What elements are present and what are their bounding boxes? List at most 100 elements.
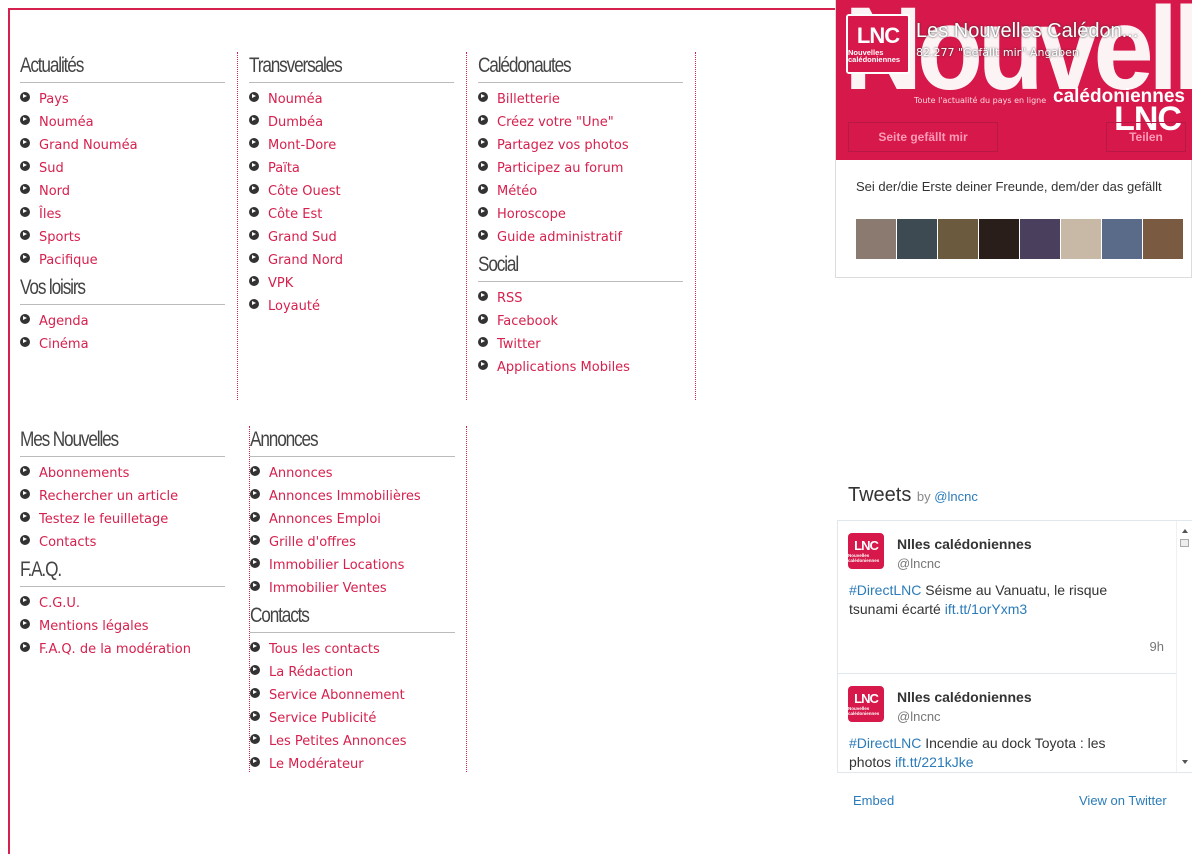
nav-link[interactable]: Twitter [497,337,541,352]
nav-link-item[interactable]: Participez au forum [478,157,695,180]
nav-link-item[interactable]: Nord [20,180,237,203]
nav-link[interactable]: Abonnements [39,466,129,481]
nav-link[interactable]: Îles [39,207,61,222]
nav-link-item[interactable]: Le Modérateur [250,753,466,776]
nav-link[interactable]: Côte Ouest [268,184,341,199]
nav-link-item[interactable]: Grand Nouméa [20,134,237,157]
facebook-share-button[interactable]: Teilen [1106,122,1186,152]
tweet-avatar[interactable]: LNC Nouvelles calédoniennes [848,686,884,722]
tweet-author-name[interactable]: Nlles calédoniennes [897,536,1032,552]
nav-link-item[interactable]: Les Petites Annonces [250,730,466,753]
nav-link[interactable]: Rechercher un article [39,489,178,504]
nav-link-item[interactable]: Nouméa [20,111,237,134]
nav-link-item[interactable]: Annonces Emploi [250,508,466,531]
nav-link-item[interactable]: Côte Ouest [249,180,466,203]
nav-link-item[interactable]: Grand Sud [249,226,466,249]
tweet-item[interactable]: LNC Nouvelles calédoniennes Nlles calédo… [838,674,1176,772]
nav-link[interactable]: Loyauté [268,299,320,314]
nav-link-item[interactable]: Testez le feuilletage [20,508,238,531]
nav-link[interactable]: Testez le feuilletage [39,512,168,527]
nav-link-item[interactable]: Tous les contacts [250,638,466,661]
nav-link[interactable]: Contacts [39,535,96,550]
nav-link-item[interactable]: Côte Est [249,203,466,226]
nav-link[interactable]: VPK [268,276,293,291]
nav-link-item[interactable]: Guide administratif [478,226,695,249]
twitter-timeline[interactable]: LNC Nouvelles calédoniennes Nlles calédo… [837,520,1192,773]
friend-avatar[interactable] [1143,219,1183,259]
tweet-item[interactable]: LNC Nouvelles calédoniennes Nlles calédo… [838,521,1176,674]
nav-link[interactable]: Païta [268,161,300,176]
friend-avatar[interactable] [1020,219,1060,259]
nav-link[interactable]: Côte Est [268,207,322,222]
tweet-avatar[interactable]: LNC Nouvelles calédoniennes [848,533,884,569]
nav-link[interactable]: Mont-Dore [268,138,336,153]
nav-link-item[interactable]: F.A.Q. de la modération [20,638,238,661]
nav-link-item[interactable]: Grand Nord [249,249,466,272]
friend-avatar[interactable] [979,219,1019,259]
nav-link-item[interactable]: Mont-Dore [249,134,466,157]
nav-link[interactable]: Grand Nord [268,253,343,268]
nav-link[interactable]: Partagez vos photos [497,138,629,153]
tweet-author-name[interactable]: Nlles calédoniennes [897,689,1032,705]
nav-link-item[interactable]: Abonnements [20,462,238,485]
nav-link[interactable]: La Rédaction [269,665,353,680]
nav-link-item[interactable]: RSS [478,287,695,310]
twitter-heading-handle-link[interactable]: @lncnc [934,489,978,504]
friend-avatar[interactable] [1102,219,1142,259]
nav-link[interactable]: Grand Nouméa [39,138,138,153]
nav-link[interactable]: Tous les contacts [269,642,380,657]
nav-link-item[interactable]: Billetterie [478,88,695,111]
nav-link[interactable]: Le Modérateur [269,757,364,772]
nav-link[interactable]: Nord [39,184,70,199]
nav-link-item[interactable]: Cinéma [20,333,237,356]
nav-link-item[interactable]: Horoscope [478,203,695,226]
twitter-view-on-twitter-link[interactable]: View on Twitter [1079,793,1167,808]
nav-link-item[interactable]: Sports [20,226,237,249]
friend-avatar[interactable] [897,219,937,259]
nav-link[interactable]: Mentions légales [39,619,148,634]
tweet-timestamp[interactable]: 9h [1150,639,1164,654]
nav-link[interactable]: C.G.U. [39,596,80,611]
nav-link-item[interactable]: Païta [249,157,466,180]
nav-link-item[interactable]: Dumbéa [249,111,466,134]
scroll-up-arrow-icon[interactable] [1182,529,1188,533]
nav-link-item[interactable]: Immobilier Ventes [250,577,466,600]
nav-link[interactable]: Sud [39,161,64,176]
nav-link-item[interactable]: Nouméa [249,88,466,111]
nav-link-item[interactable]: C.G.U. [20,592,238,615]
nav-link[interactable]: Service Abonnement [269,688,405,703]
nav-link[interactable]: Annonces Immobilières [269,489,421,504]
tweet-hashtag-link[interactable]: #DirectLNC [849,735,921,751]
nav-link[interactable]: Créez votre "Une" [497,115,614,130]
nav-link[interactable]: Grand Sud [268,230,337,245]
tweet-hashtag-link[interactable]: #DirectLNC [849,582,921,598]
nav-link[interactable]: Immobilier Locations [269,558,404,573]
nav-link[interactable]: Dumbéa [268,115,323,130]
tweet-url-link[interactable]: ift.tt/1orYxm3 [945,601,1027,617]
nav-link[interactable]: Météo [497,184,537,199]
nav-link-item[interactable]: Service Publicité [250,707,466,730]
nav-link[interactable]: Nouméa [39,115,94,130]
friend-avatar[interactable] [856,219,896,259]
nav-link-item[interactable]: Applications Mobiles [478,356,695,379]
nav-link[interactable]: Horoscope [497,207,566,222]
nav-link-item[interactable]: Îles [20,203,237,226]
nav-link-item[interactable]: Météo [478,180,695,203]
nav-link[interactable]: Pacifique [39,253,98,268]
nav-link[interactable]: Annonces Emploi [269,512,381,527]
nav-link[interactable]: Facebook [497,314,558,329]
nav-link[interactable]: Nouméa [268,92,323,107]
nav-link[interactable]: Agenda [39,314,89,329]
nav-link-item[interactable]: Mentions légales [20,615,238,638]
twitter-embed-link[interactable]: Embed [853,793,894,808]
nav-link-item[interactable]: Contacts [20,531,238,554]
nav-link[interactable]: Applications Mobiles [497,360,630,375]
facebook-page-logo[interactable]: LNC Nouvelles calédoniennes [846,14,910,74]
facebook-cover-image[interactable]: Nouvelles Toute l'actualité du pays en l… [836,0,1192,160]
nav-link-item[interactable]: Annonces [250,462,466,485]
nav-link-item[interactable]: Annonces Immobilières [250,485,466,508]
facebook-like-page-button[interactable]: Seite gefällt mir [848,122,998,152]
nav-link-item[interactable]: VPK [249,272,466,295]
scroll-down-arrow-icon[interactable] [1182,760,1188,764]
nav-link-item[interactable]: Partagez vos photos [478,134,695,157]
